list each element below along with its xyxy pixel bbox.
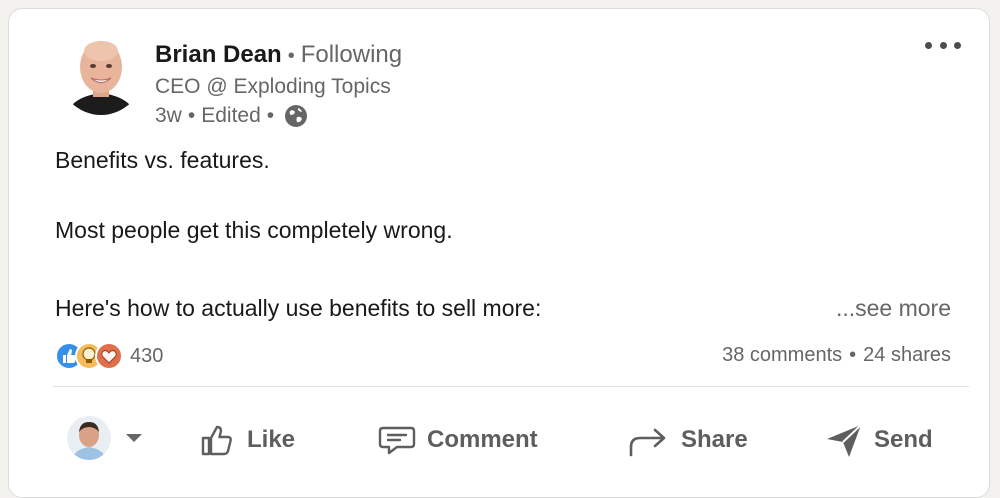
share-button[interactable]: Share [627, 417, 748, 463]
more-icon-dot [939, 41, 947, 49]
post-text-line: Most people get this completely wrong. [55, 217, 453, 243]
actor-selector[interactable] [67, 416, 143, 460]
author-avatar[interactable] [59, 31, 143, 115]
more-options-button[interactable] [921, 33, 965, 57]
post-text-line: Here's how to actually use benefits to s… [55, 295, 542, 321]
send-label: Send [874, 426, 933, 453]
globe-icon [285, 105, 308, 127]
divider [53, 386, 969, 387]
separator-dot: • [849, 344, 857, 366]
comment-button[interactable]: Comment [377, 417, 538, 463]
post-time[interactable]: 3w [155, 104, 182, 128]
reaction-count: 430 [130, 344, 164, 367]
follow-status: Following [300, 41, 403, 68]
author-name[interactable]: Brian Dean [155, 41, 282, 68]
social-counts: 38 comments • 24 shares [722, 344, 951, 367]
comments-count-link[interactable]: 38 comments [722, 344, 842, 366]
author-headline: CEO @ Exploding Topics [155, 75, 391, 98]
see-more-link[interactable]: ...see more [836, 295, 951, 322]
post-meta: 3w • Edited • [155, 104, 308, 128]
comment-icon [378, 426, 416, 455]
edited-label: Edited [201, 104, 261, 127]
actor-avatar [67, 416, 111, 460]
reaction-icons [55, 342, 127, 370]
comment-label: Comment [427, 426, 538, 453]
send-icon [827, 424, 862, 457]
love-reaction-icon [95, 342, 123, 370]
reactions-summary[interactable]: 430 [55, 342, 163, 370]
like-icon [201, 425, 232, 456]
like-button[interactable]: Like [199, 417, 295, 463]
author-name-line: Brian Dean • Following [155, 41, 402, 69]
more-icon [925, 41, 932, 49]
shares-count-link[interactable]: 24 shares [863, 344, 951, 366]
separator-dot: • [187, 104, 196, 127]
send-button[interactable]: Send [824, 417, 933, 463]
feed-post-card: Brian Dean • Following CEO @ Exploding Top… [8, 8, 990, 498]
more-icon-dot [954, 41, 961, 49]
share-label: Share [681, 426, 748, 453]
separator-dot: • [287, 45, 295, 67]
separator-dot: • [266, 104, 275, 127]
chevron-down-icon [126, 434, 142, 442]
like-label: Like [247, 426, 296, 453]
post-text-line: Benefits vs. features. [55, 147, 270, 173]
share-icon [629, 428, 666, 457]
